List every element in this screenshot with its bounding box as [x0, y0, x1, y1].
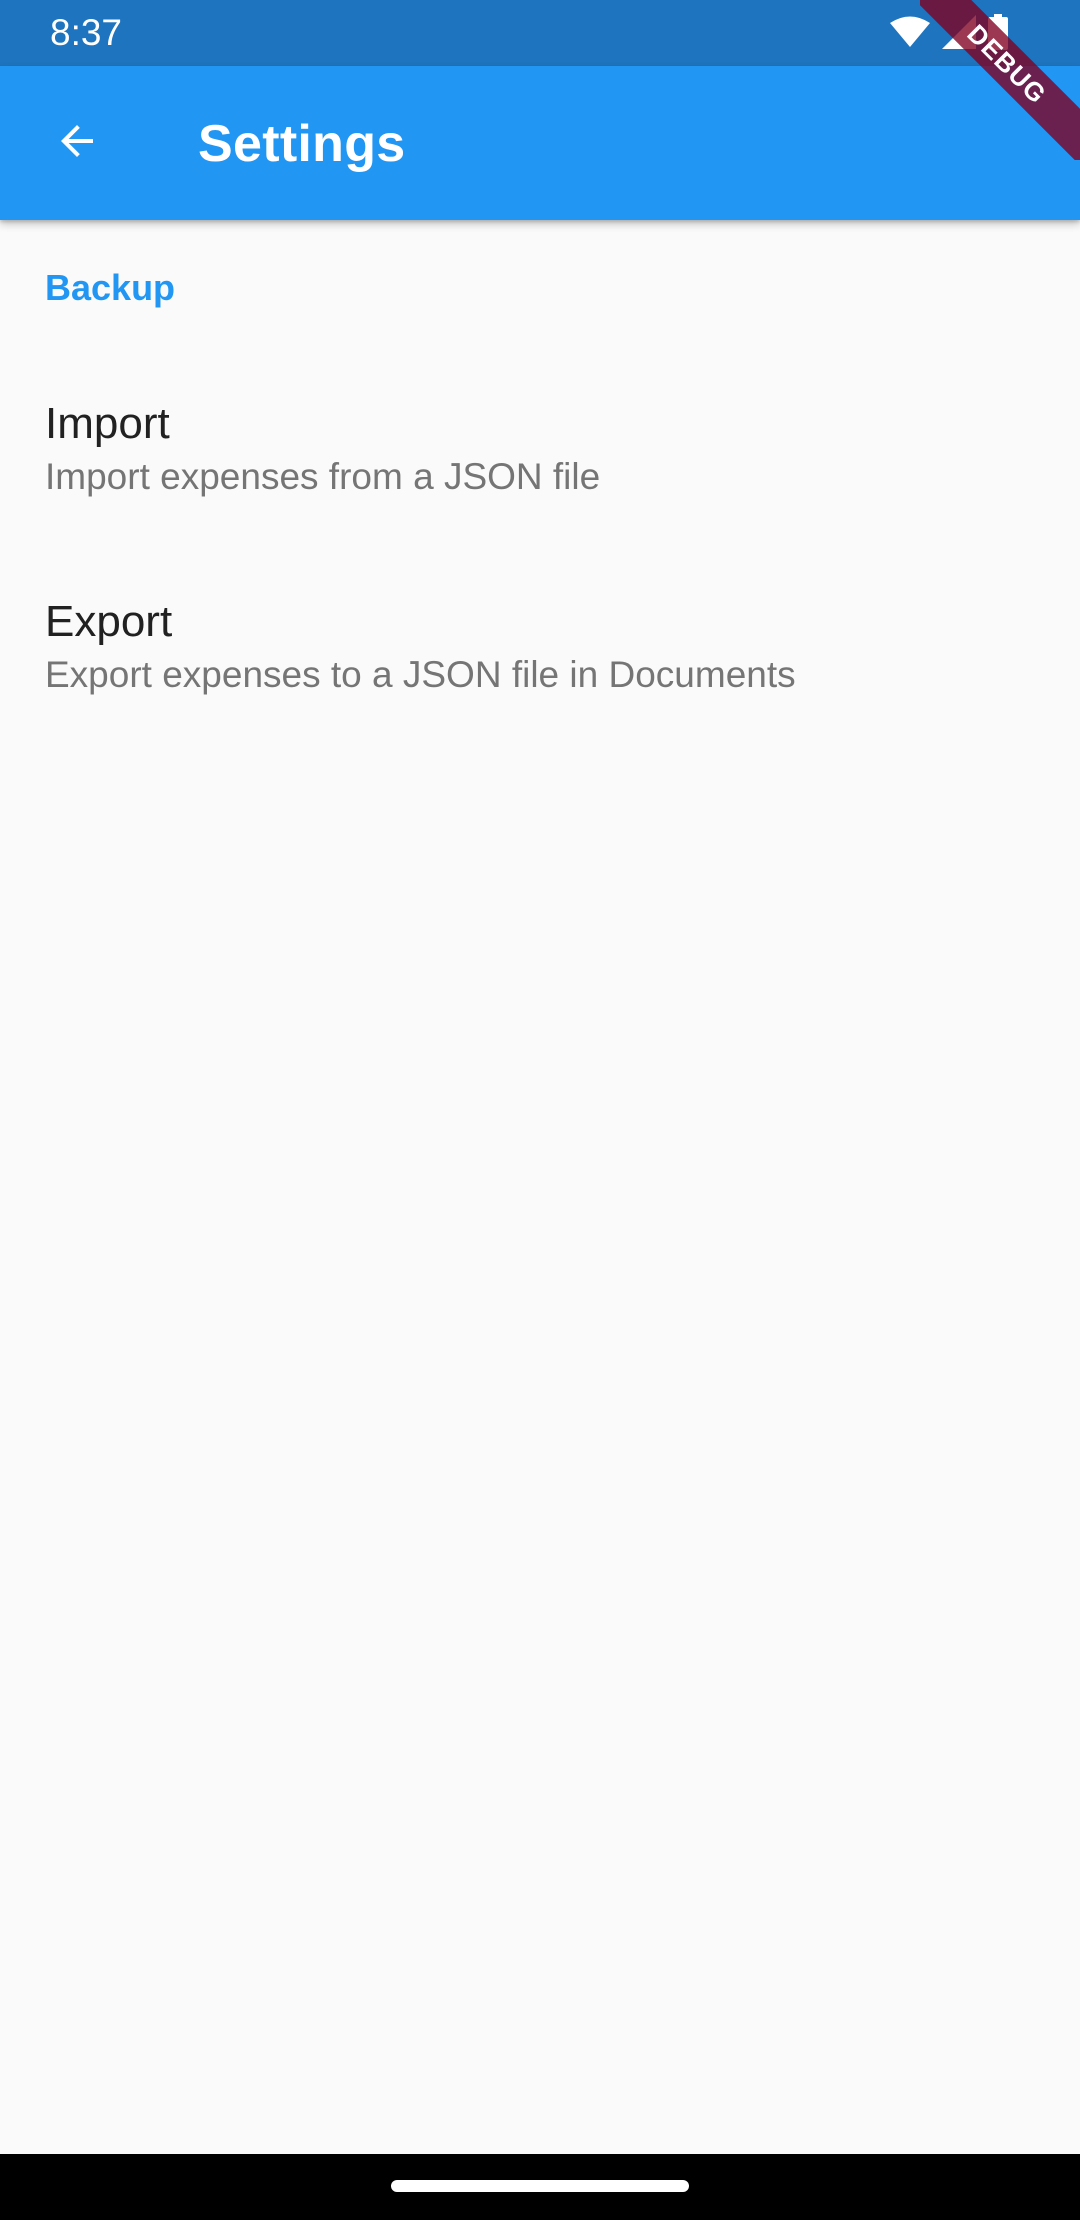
- export-tile[interactable]: Export Export expenses to a JSON file in…: [0, 558, 1080, 756]
- battery-icon: [988, 14, 1008, 50]
- back-button[interactable]: [28, 100, 126, 186]
- wifi-icon: [890, 16, 930, 48]
- app-bar: Settings: [0, 66, 1080, 220]
- status-time: 8:37: [50, 12, 123, 53]
- status-icons: [890, 14, 1008, 50]
- home-indicator[interactable]: [391, 2180, 689, 2192]
- export-subtitle: Export expenses to a JSON file in Docume…: [45, 654, 796, 695]
- export-title: Export: [45, 597, 173, 646]
- import-tile[interactable]: Import Import expenses from a JSON file: [0, 360, 1080, 558]
- import-title: Import: [45, 399, 170, 448]
- status-bar: 8:37: [0, 0, 1080, 66]
- page-title: Settings: [198, 115, 406, 173]
- navigation-bar: [0, 2154, 1080, 2220]
- cellular-signal-icon: [942, 15, 976, 49]
- section-header-backup: Backup: [45, 267, 176, 308]
- arrow-back-icon: [53, 117, 101, 170]
- import-subtitle: Import expenses from a JSON file: [45, 456, 601, 497]
